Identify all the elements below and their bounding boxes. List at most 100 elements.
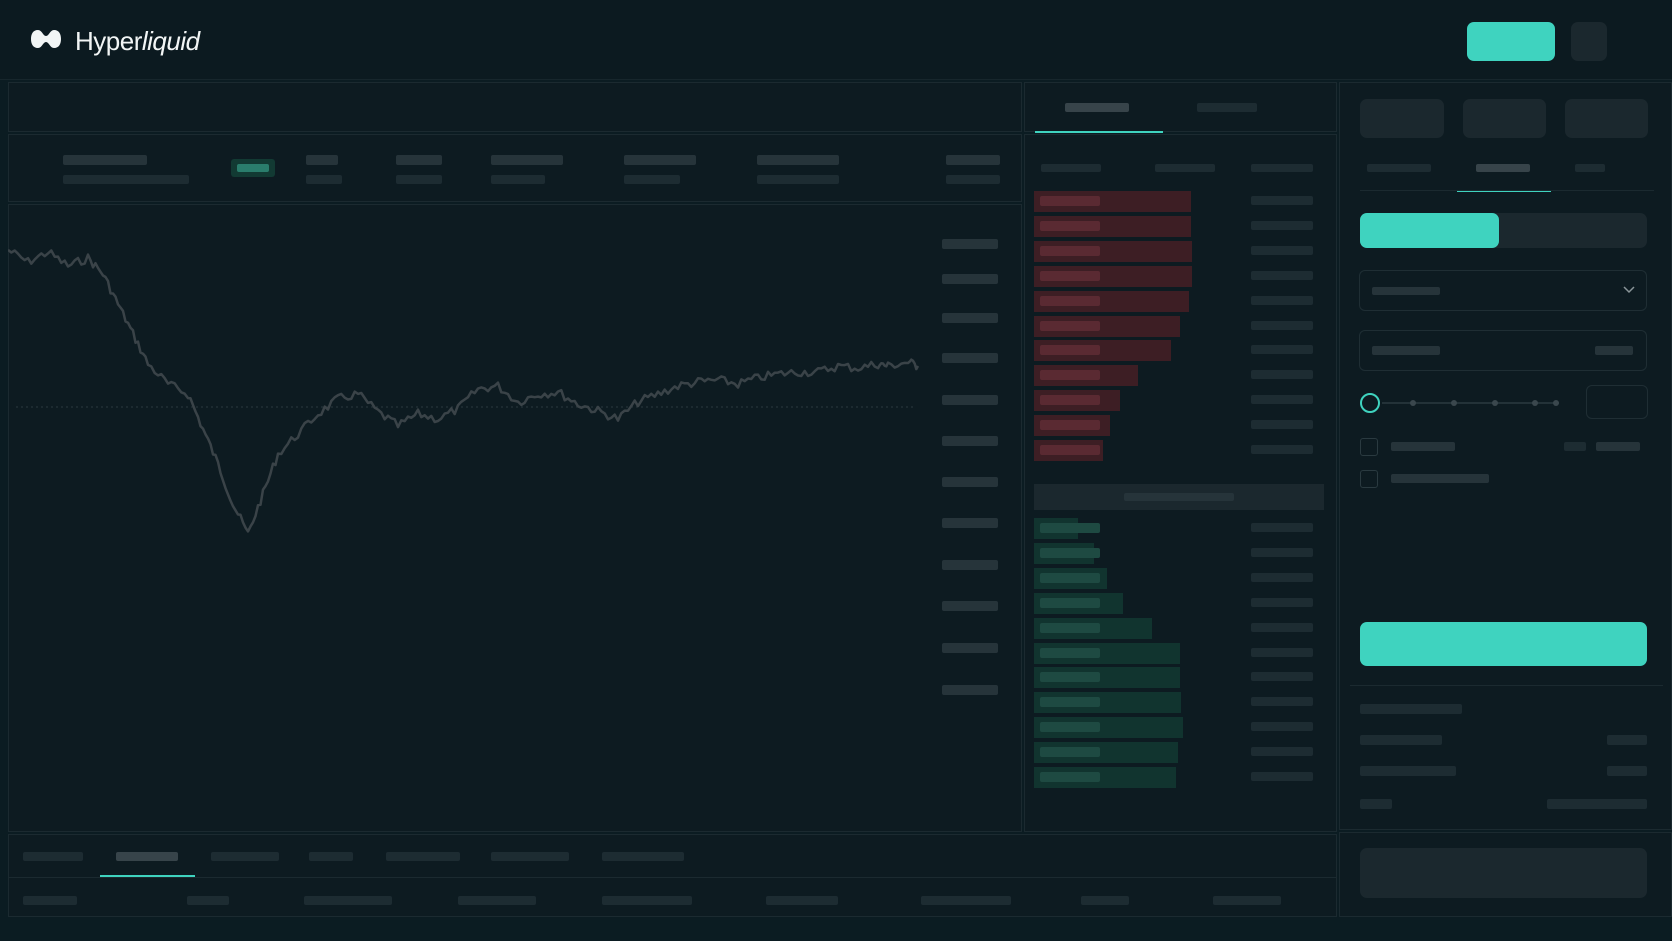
stat-value-placeholder bbox=[491, 175, 545, 184]
price-axis-tick bbox=[942, 239, 998, 249]
orderbook-total-placeholder bbox=[1251, 420, 1313, 430]
position-mode-button[interactable] bbox=[1565, 99, 1648, 138]
tab-trade-history[interactable] bbox=[386, 852, 460, 861]
tab-order-book[interactable] bbox=[1065, 103, 1129, 112]
orderbook-total-placeholder bbox=[1251, 445, 1313, 454]
price-axis-tick bbox=[942, 313, 998, 323]
account-panel bbox=[1339, 832, 1672, 917]
summary-label-placeholder bbox=[1360, 799, 1392, 809]
take-profit-checkbox[interactable] bbox=[1360, 470, 1378, 488]
hyperliquid-logo-icon[interactable] bbox=[30, 27, 62, 56]
market-change-badge bbox=[231, 159, 275, 177]
place-order-button[interactable] bbox=[1360, 622, 1647, 666]
orderbook-total-placeholder bbox=[1251, 370, 1313, 380]
connect-button[interactable] bbox=[1467, 22, 1555, 61]
stat-value-placeholder bbox=[946, 175, 1000, 184]
brand-name[interactable]: Hyperliquid bbox=[75, 26, 200, 57]
stat-value-placeholder bbox=[624, 175, 680, 184]
slider-handle[interactable] bbox=[1360, 393, 1380, 413]
tab-positions[interactable] bbox=[116, 852, 178, 861]
slider-tick bbox=[1553, 400, 1559, 406]
market-info-bar bbox=[8, 134, 1022, 202]
orderbook-total-placeholder bbox=[1251, 245, 1313, 255]
stat-label-placeholder bbox=[306, 155, 338, 165]
orderbook-total-placeholder bbox=[1251, 572, 1313, 582]
reduce-only-checkbox[interactable] bbox=[1360, 438, 1378, 456]
price-axis-tick bbox=[942, 477, 998, 487]
tab-pro[interactable] bbox=[1575, 164, 1605, 172]
orderbook-total-placeholder bbox=[1251, 647, 1313, 657]
buy-button[interactable] bbox=[1360, 213, 1499, 248]
orderbook-col-header-total bbox=[1251, 164, 1313, 172]
deposit-button[interactable] bbox=[1360, 848, 1647, 898]
table-col-header bbox=[921, 896, 1011, 905]
slider-percent-input[interactable] bbox=[1586, 385, 1648, 419]
orderbook-total-placeholder bbox=[1251, 523, 1313, 532]
size-unit-placeholder bbox=[1595, 346, 1633, 355]
tif-value-placeholder[interactable] bbox=[1596, 442, 1640, 451]
divider bbox=[1350, 685, 1663, 686]
summary-label-placeholder bbox=[1360, 766, 1456, 776]
tab-twap[interactable] bbox=[309, 852, 353, 861]
tab-balances[interactable] bbox=[23, 852, 83, 861]
tab-order-history[interactable] bbox=[602, 852, 684, 861]
stat-value-placeholder bbox=[396, 175, 442, 184]
orderbook-total-placeholder bbox=[1251, 747, 1313, 757]
price-line-plot bbox=[8, 248, 920, 533]
orderbook-total-placeholder bbox=[1251, 597, 1313, 607]
size-input[interactable] bbox=[1359, 330, 1647, 371]
orderbook-price-placeholder bbox=[1040, 772, 1100, 782]
market-name-placeholder[interactable] bbox=[63, 155, 147, 165]
orderbook-col-header-size bbox=[1155, 164, 1215, 172]
table-col-header bbox=[1213, 896, 1281, 905]
tab-limit[interactable] bbox=[1476, 164, 1530, 172]
orderbook-total-placeholder bbox=[1251, 547, 1313, 557]
table-col-header bbox=[187, 896, 229, 905]
price-axis-tick bbox=[942, 643, 998, 653]
chevron-down-icon bbox=[1623, 286, 1635, 294]
orderbook-price-placeholder bbox=[1040, 697, 1100, 708]
slider-tick bbox=[1492, 400, 1498, 406]
orderbook-total-placeholder bbox=[1251, 295, 1313, 305]
tif-label-placeholder bbox=[1564, 442, 1586, 451]
orderbook-price-placeholder bbox=[1040, 647, 1100, 658]
tab-funding-history[interactable] bbox=[491, 852, 569, 861]
orderbook-price-placeholder bbox=[1040, 245, 1100, 256]
order-book bbox=[1024, 134, 1337, 832]
orderbook-total-placeholder bbox=[1251, 772, 1313, 781]
top-nav-bar: Hyperliquid bbox=[0, 0, 1672, 80]
orderbook-price-placeholder bbox=[1040, 445, 1100, 455]
tab-market[interactable] bbox=[1367, 164, 1431, 172]
leverage-button[interactable] bbox=[1463, 99, 1546, 138]
orderbook-price-placeholder bbox=[1040, 395, 1100, 406]
sell-button[interactable] bbox=[1499, 213, 1647, 248]
margin-mode-button[interactable] bbox=[1360, 99, 1444, 138]
stat-value-placeholder bbox=[306, 175, 342, 184]
orderbook-price-placeholder bbox=[1040, 345, 1100, 356]
settings-button[interactable] bbox=[1571, 22, 1607, 61]
price-axis-tick bbox=[942, 518, 998, 528]
orderbook-total-placeholder bbox=[1251, 622, 1313, 632]
orderbook-price-placeholder bbox=[1040, 622, 1100, 633]
orderbook-price-placeholder bbox=[1040, 295, 1100, 306]
order-type-dropdown[interactable] bbox=[1359, 270, 1647, 311]
orderbook-price-placeholder bbox=[1040, 370, 1100, 381]
orderbook-total-placeholder bbox=[1251, 395, 1313, 405]
take-profit-label-placeholder bbox=[1391, 474, 1489, 483]
stat-label-placeholder bbox=[757, 155, 839, 165]
table-col-header bbox=[304, 896, 392, 905]
size-input-label-placeholder bbox=[1372, 346, 1440, 355]
orderbook-total-placeholder bbox=[1251, 697, 1313, 707]
table-col-header bbox=[23, 896, 77, 905]
orderbook-price-placeholder bbox=[1040, 547, 1100, 558]
divider bbox=[1360, 190, 1654, 191]
price-axis-tick bbox=[942, 436, 998, 446]
price-axis-tick bbox=[942, 560, 998, 570]
orderbook-spread-row bbox=[1034, 484, 1324, 510]
table-col-header bbox=[458, 896, 536, 905]
price-axis-tick bbox=[942, 685, 998, 695]
tab-open-orders[interactable] bbox=[211, 852, 279, 861]
price-axis-tick bbox=[942, 274, 998, 284]
tab-trades[interactable] bbox=[1197, 103, 1257, 112]
summary-value-placeholder bbox=[1547, 799, 1647, 809]
